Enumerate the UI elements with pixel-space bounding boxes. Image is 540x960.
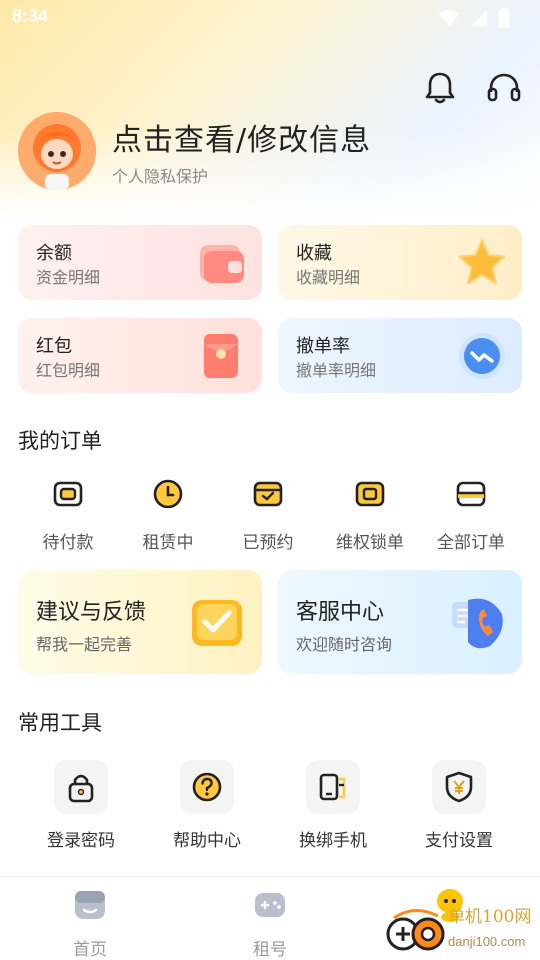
profile-subtitle: 个人隐私保护: [112, 167, 209, 186]
favorites-title: 收藏: [296, 243, 332, 264]
tool-payment-settings-label: 支付设置: [425, 831, 493, 851]
watermark-text-cn: 单机100网: [448, 907, 532, 927]
balance-subtitle: 资金明细: [36, 268, 101, 287]
customer-service-button[interactable]: [486, 70, 522, 106]
red-envelope-icon: [204, 334, 238, 378]
wifi-icon: [438, 10, 460, 26]
order-dispute-lock-label: 维权锁单: [336, 533, 404, 553]
order-dispute-lock[interactable]: 维权锁单: [320, 478, 420, 553]
avatar-character-icon: [18, 112, 96, 190]
red-packet-title: 红包: [36, 336, 72, 357]
nav-home[interactable]: 首页: [30, 887, 150, 960]
balance-card[interactable]: 余额 资金明细: [18, 225, 262, 300]
tool-login-password[interactable]: 登录密码: [18, 760, 144, 851]
status-time: 8:34: [12, 6, 49, 26]
customer-service-title: 客服中心: [296, 600, 385, 625]
header-actions: [422, 70, 522, 106]
star-icon: [458, 239, 506, 285]
order-renting-label: 租赁中: [142, 533, 194, 553]
wallet-icon: [200, 245, 244, 283]
phone-icon: [452, 598, 503, 649]
notification-button[interactable]: [422, 70, 458, 106]
avatar[interactable]: [18, 112, 96, 190]
order-renting[interactable]: 租赁中: [118, 478, 218, 553]
tool-change-phone[interactable]: 换绑手机: [270, 760, 396, 851]
cancel-rate-subtitle: 撤单率明细: [296, 361, 377, 380]
watermark-logo-icon: [386, 909, 445, 951]
order-pending-payment-label: 待付款: [42, 533, 94, 553]
favorites-card[interactable]: 收藏 收藏明细: [278, 225, 522, 300]
tool-help-center[interactable]: 帮助中心: [144, 760, 270, 851]
question-icon: [192, 772, 222, 802]
orders-row: 待付款 租赁中 已预约 维权锁单 全部订单: [0, 478, 540, 553]
tool-help-center-label: 帮助中心: [173, 831, 241, 851]
balance-title: 余额: [36, 243, 72, 264]
order-reserved-label: 已预约: [242, 533, 294, 553]
bell-icon: [425, 72, 455, 104]
status-bar: 8:34: [0, 0, 540, 36]
customer-service-card[interactable]: 客服中心 欢迎随时咨询: [278, 570, 522, 674]
lock-icon: [68, 774, 94, 803]
nav-rent-account[interactable]: 租号: [210, 887, 330, 960]
shield-yen-icon: [445, 771, 473, 803]
watermark-text-en: danji100.com: [448, 934, 526, 949]
battery-icon: [498, 8, 510, 28]
tools-section-title: 常用工具: [18, 711, 102, 735]
gamepad-icon: [255, 893, 285, 917]
lock-order-icon: [355, 481, 385, 507]
calendar-check-icon: [253, 481, 283, 507]
headset-icon: [487, 73, 521, 102]
tool-change-phone-label: 换绑手机: [299, 831, 367, 851]
phone-swap-icon: [319, 773, 346, 801]
tool-payment-settings[interactable]: 支付设置: [396, 760, 522, 851]
feedback-subtitle: 帮我一起完善: [36, 635, 133, 654]
checkbox-icon: [192, 600, 242, 646]
home-icon: [75, 891, 105, 919]
tool-change-phone-box: [306, 760, 360, 814]
order-all-label: 全部订单: [437, 533, 505, 553]
customer-service-subtitle: 欢迎随时咨询: [296, 635, 393, 654]
status-icons: [438, 8, 510, 28]
nav-home-label: 首页: [73, 940, 107, 960]
red-packet-card[interactable]: 红包 红包明细: [18, 318, 262, 393]
order-pending-payment[interactable]: 待付款: [18, 478, 118, 553]
tool-payment-settings-box: [432, 760, 486, 814]
nav-rent-account-label: 租号: [253, 940, 287, 960]
cancel-rate-title: 撤单率: [296, 336, 350, 357]
card-icon: [456, 481, 486, 507]
feedback-card[interactable]: 建议与反馈 帮我一起完善: [18, 570, 262, 674]
orders-section-title: 我的订单: [18, 429, 102, 453]
trend-icon: [459, 333, 505, 379]
tool-login-password-box: [54, 760, 108, 814]
red-packet-subtitle: 红包明细: [36, 361, 101, 380]
order-reserved[interactable]: 已预约: [218, 478, 318, 553]
order-all[interactable]: 全部订单: [421, 478, 521, 553]
favorites-subtitle: 收藏明细: [296, 268, 361, 287]
tool-help-center-box: [180, 760, 234, 814]
profile-title[interactable]: 点击查看/修改信息: [112, 115, 371, 159]
cancel-rate-card[interactable]: 撤单率 撤单率明细: [278, 318, 522, 393]
tool-login-password-label: 登录密码: [47, 831, 115, 851]
site-watermark: 单机100网 danji100.com: [386, 898, 536, 958]
feedback-title: 建议与反馈: [36, 600, 147, 625]
clock-icon: [153, 479, 183, 509]
signal-icon: [471, 10, 487, 26]
wallet-icon: [53, 481, 83, 507]
profile-header[interactable]: 点击查看/修改信息 个人隐私保护: [18, 112, 371, 190]
